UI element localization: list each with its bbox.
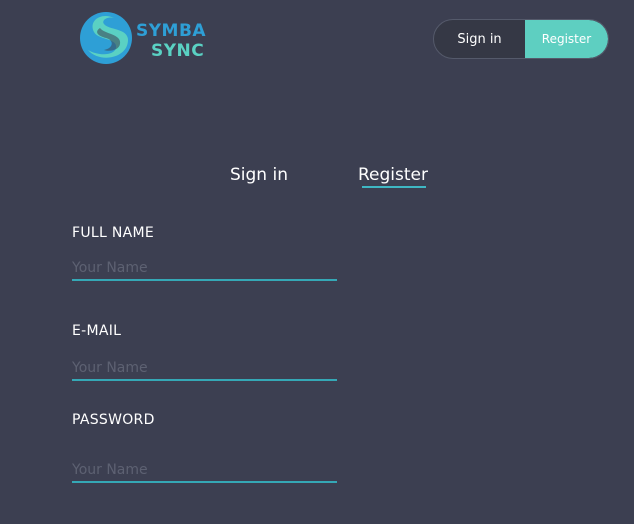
auth-mode-toggle: Sign in Register [433, 19, 609, 59]
tab-signin[interactable]: Sign in [230, 163, 288, 187]
symba-sync-logo-icon [80, 12, 132, 64]
header-signin-button[interactable]: Sign in [434, 20, 525, 58]
password-input[interactable] [72, 459, 337, 483]
full-name-label: FULL NAME [72, 225, 155, 241]
brand-logo[interactable]: SYMBA SYNC [78, 10, 213, 68]
email-label: E-MAIL [72, 323, 122, 339]
email-input[interactable] [72, 357, 337, 381]
brand-name-line2: SYNC [151, 41, 205, 61]
password-label: PASSWORD [72, 412, 155, 428]
full-name-input[interactable] [72, 257, 337, 281]
header-register-button[interactable]: Register [525, 20, 608, 58]
brand-name-line1: SYMBA [136, 21, 207, 41]
tab-register[interactable]: Register [358, 163, 428, 187]
active-tab-indicator [362, 186, 426, 188]
